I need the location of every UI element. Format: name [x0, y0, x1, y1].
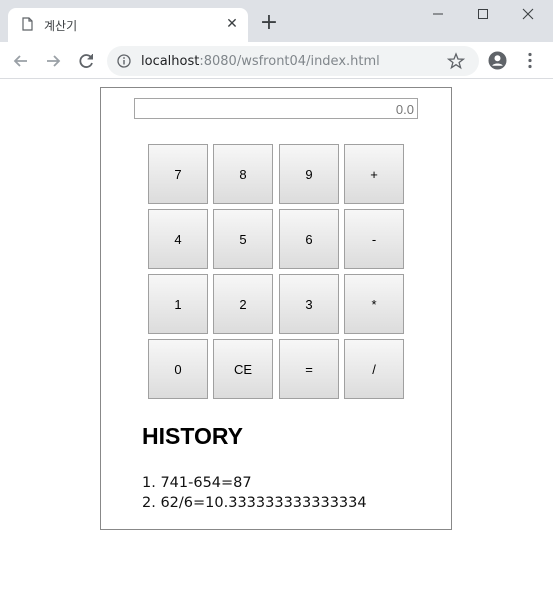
- page-icon: [22, 17, 33, 31]
- close-window-button[interactable]: [508, 2, 548, 26]
- key-divide[interactable]: /: [344, 339, 404, 399]
- calculator-panel: 0.0 7 8 9 + 4 5 6 - 1 2 3 * 0 CE = / HIS…: [100, 87, 452, 530]
- more-menu-icon[interactable]: [526, 51, 534, 70]
- key-1[interactable]: 1: [148, 274, 208, 334]
- key-4[interactable]: 4: [148, 209, 208, 269]
- history-list: 1. 741-654=87 2. 62/6=10.333333333333334: [142, 473, 367, 513]
- calculator-display[interactable]: 0.0: [134, 98, 418, 119]
- maximize-button[interactable]: [463, 2, 503, 26]
- history-heading: HISTORY: [142, 423, 243, 449]
- key-5[interactable]: 5: [213, 209, 273, 269]
- forward-arrow-icon[interactable]: [42, 50, 64, 72]
- key-minus[interactable]: -: [344, 209, 404, 269]
- reload-icon[interactable]: [75, 50, 97, 72]
- key-3[interactable]: 3: [279, 274, 339, 334]
- key-9[interactable]: 9: [279, 144, 339, 204]
- key-7[interactable]: 7: [148, 144, 208, 204]
- minimize-button[interactable]: [418, 2, 458, 26]
- browser-toolbar: localhost:8080/wsfront04/index.html: [0, 42, 553, 79]
- key-6[interactable]: 6: [279, 209, 339, 269]
- back-arrow-icon[interactable]: [10, 50, 32, 72]
- key-clear-entry[interactable]: CE: [213, 339, 273, 399]
- key-2[interactable]: 2: [213, 274, 273, 334]
- url-text[interactable]: localhost:8080/wsfront04/index.html: [141, 54, 380, 69]
- key-plus[interactable]: +: [344, 144, 404, 204]
- key-0[interactable]: 0: [148, 339, 208, 399]
- profile-avatar-icon[interactable]: [488, 51, 507, 70]
- bookmark-star-icon[interactable]: [447, 52, 465, 70]
- new-tab-icon[interactable]: +: [258, 12, 280, 34]
- url-host: localhost: [141, 54, 200, 69]
- key-multiply[interactable]: *: [344, 274, 404, 334]
- info-icon[interactable]: [117, 54, 131, 68]
- tab-title: 계산기: [44, 19, 78, 33]
- history-entry: 1. 741-654=87: [142, 475, 252, 491]
- tab-close-icon[interactable]: ✕: [224, 16, 240, 32]
- key-equals[interactable]: =: [279, 339, 339, 399]
- browser-tab[interactable]: 계산기 ✕: [8, 8, 248, 42]
- tab-strip: 계산기 ✕ +: [0, 0, 553, 42]
- key-8[interactable]: 8: [213, 144, 273, 204]
- address-bar[interactable]: localhost:8080/wsfront04/index.html: [107, 46, 479, 76]
- history-entry: 2. 62/6=10.333333333333334: [142, 495, 367, 511]
- url-path: :8080/wsfront04/index.html: [199, 54, 380, 69]
